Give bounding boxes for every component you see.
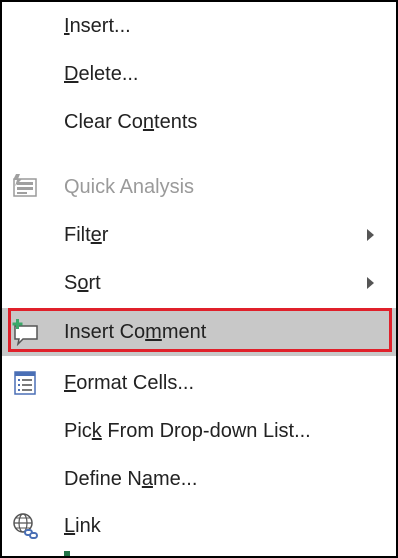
menu-item-insert[interactable]: Insert...	[2, 2, 396, 50]
menu-item-label: Insert Comment	[64, 321, 207, 343]
menu-item-clear-contents[interactable]: Clear Contents	[2, 98, 396, 146]
menu-item-label: Sort	[64, 272, 101, 294]
menu-item-label: Format Cells...	[64, 372, 195, 394]
menu-item-label: Delete...	[64, 63, 139, 85]
menu-item-label: Filter	[64, 224, 109, 246]
context-menu: Insert... Delete... Clear Contents Quick…	[0, 0, 398, 558]
menu-item-filter[interactable]: Filter	[2, 211, 396, 259]
menu-item-label: Pick From Drop-down List...	[64, 420, 311, 442]
menu-item-label: Quick Analysis	[64, 176, 195, 198]
menu-item-define-name[interactable]: Define Name...	[2, 455, 396, 503]
menu-item-delete[interactable]: Delete...	[2, 50, 396, 98]
format-cells-icon	[11, 369, 39, 397]
menu-item-format-cells[interactable]: Format Cells...	[2, 359, 396, 407]
menu-item-sort[interactable]: Sort	[2, 259, 396, 307]
menu-item-quick-analysis: Quick Analysis	[2, 163, 396, 211]
quick-analysis-icon	[11, 173, 39, 201]
chevron-right-icon	[367, 229, 374, 241]
menu-item-label: Clear Contents	[64, 111, 198, 133]
menu-item-pick-from-drop-down-list[interactable]: Pick From Drop-down List...	[2, 407, 396, 455]
menu-item-label: Insert...	[64, 15, 131, 37]
cell-edge-mark	[64, 551, 70, 556]
menu-item-label: Define Name...	[64, 468, 198, 490]
menu-item-insert-comment[interactable]: Insert Comment	[2, 308, 396, 356]
insert-comment-icon	[11, 318, 39, 347]
link-icon	[11, 512, 39, 540]
menu-item-label: Link	[64, 515, 101, 537]
menu-item-link[interactable]: Link	[2, 502, 396, 550]
chevron-right-icon	[367, 277, 374, 289]
